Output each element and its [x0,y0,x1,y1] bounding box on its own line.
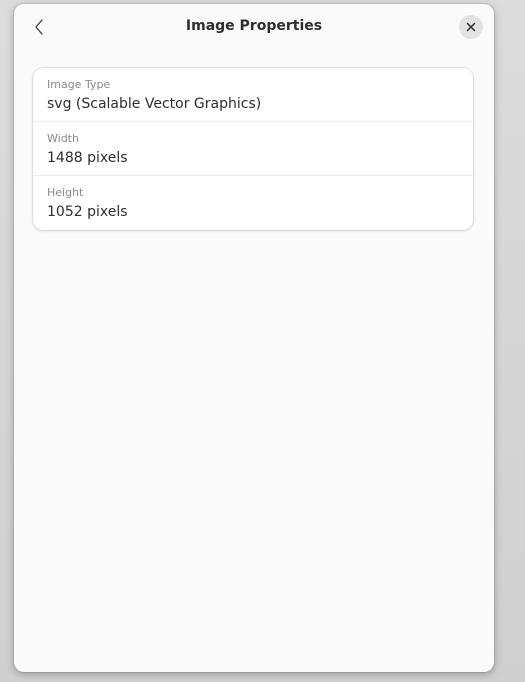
close-button[interactable] [459,15,483,39]
property-row-image-type: Image Type svg (Scalable Vector Graphics… [33,68,473,122]
header-bar: Image Properties [14,4,494,50]
image-properties-dialog: Image Properties Image Type svg (Scalabl… [14,4,494,672]
property-value: svg (Scalable Vector Graphics) [47,96,262,112]
properties-list: Image Type svg (Scalable Vector Graphics… [33,68,473,230]
property-row-width: Width 1488 pixels [33,122,473,176]
property-value: 1052 pixels [47,204,128,220]
property-row-height: Height 1052 pixels [33,176,473,230]
property-label: Image Type [47,78,111,91]
dialog-title: Image Properties [185,18,323,34]
property-value: 1488 pixels [47,150,128,166]
property-label: Width [47,132,79,145]
close-icon [466,22,476,32]
property-label: Height [47,186,84,199]
